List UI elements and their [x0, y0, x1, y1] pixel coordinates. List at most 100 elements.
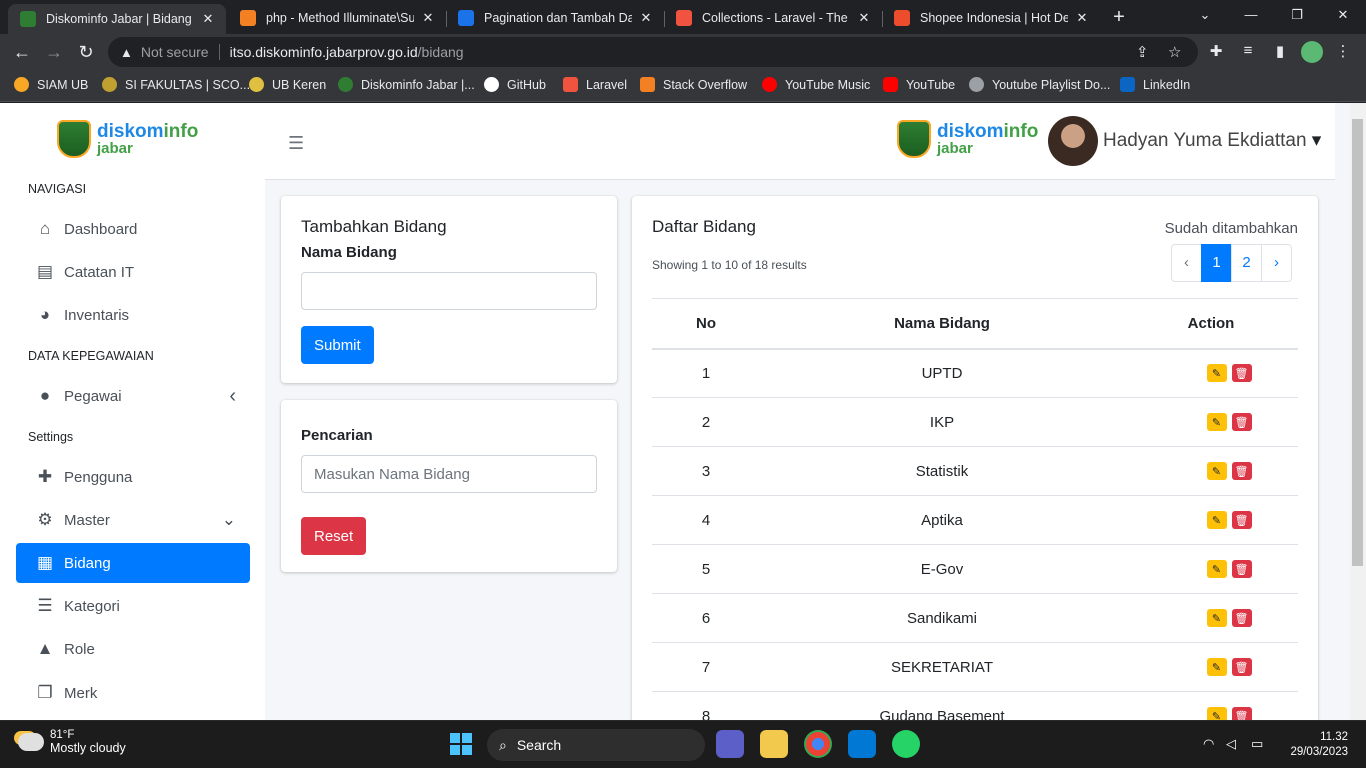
tab-pagination[interactable]: Pagination dan Tambah Data ✕ [446, 4, 664, 32]
trash-icon[interactable]: 🗑 [1231, 609, 1252, 628]
bookmark-github[interactable]: GitHub [484, 77, 546, 92]
restore-button[interactable]: ❐ [1274, 0, 1320, 32]
edit-icon[interactable]: ✎ [1206, 658, 1227, 677]
whatsapp-icon[interactable] [892, 730, 920, 758]
close-tab-icon[interactable]: ✕ [638, 10, 654, 26]
pagination-prev[interactable]: ‹ [1171, 244, 1202, 282]
close-tab-icon[interactable]: ✕ [856, 10, 872, 26]
back-button[interactable]: ← [10, 40, 34, 64]
edit-icon[interactable]: ✎ [1206, 511, 1227, 530]
sidebar-item-label: Dashboard [64, 220, 138, 238]
pagination-page-1[interactable]: 1 [1201, 244, 1232, 282]
tab-shopee[interactable]: Shopee Indonesia | Hot Deals ✕ [882, 4, 1100, 32]
bookmark-youtube[interactable]: YouTube [883, 77, 955, 92]
trash-icon[interactable]: 🗑 [1231, 413, 1252, 432]
jabar-crest-icon [897, 120, 931, 158]
sidebar-item-master[interactable]: ⚙ Master ⌄ [16, 500, 250, 540]
sidebar-item-label: Merk [64, 684, 98, 702]
taskbar-search[interactable]: ⌕ Search [487, 729, 705, 761]
tab-laravel[interactable]: Collections - Laravel - The Pl ✕ [664, 4, 882, 32]
trash-icon[interactable]: 🗑 [1231, 462, 1252, 481]
user-menu[interactable]: Hadyan Yuma Ekdiattan ▾ [1103, 129, 1321, 152]
bookmark-star-icon[interactable]: ☆ [1168, 43, 1181, 61]
reset-button[interactable]: Reset [301, 517, 367, 555]
nama-bidang-input[interactable] [301, 272, 597, 310]
media-control-icon[interactable]: ≡ [1238, 42, 1258, 59]
weather-widget[interactable]: 81°F Mostly cloudy [18, 729, 126, 755]
teams-icon[interactable] [716, 730, 744, 758]
close-tab-icon[interactable]: ✕ [1074, 10, 1090, 26]
battery-icon[interactable]: ▭ [1251, 736, 1263, 752]
windows-start-icon[interactable] [450, 733, 472, 755]
sidebar-item-catatan-it[interactable]: ▤ Catatan IT [16, 252, 250, 292]
sidebar-item-inventaris[interactable]: ◕ Inventaris [16, 295, 250, 335]
vscode-icon[interactable] [848, 730, 876, 758]
sidebar-logo[interactable]: diskominfo jabar [57, 120, 198, 158]
column-header-action: Action [1124, 298, 1298, 350]
close-window-button[interactable]: ✕ [1320, 0, 1366, 32]
menu-toggle-icon[interactable]: ☰ [288, 133, 304, 154]
sidebar-item-merk[interactable]: ❐ Merk [16, 673, 250, 713]
trash-icon[interactable]: 🗑 [1231, 707, 1252, 720]
edit-icon[interactable]: ✎ [1206, 364, 1227, 383]
pagination-page-2[interactable]: 2 [1231, 244, 1262, 282]
weather-condition: Mostly cloudy [50, 741, 126, 755]
chrome-icon[interactable] [804, 730, 832, 758]
not-secure-warning-icon[interactable]: ▲ [120, 45, 133, 60]
submit-button[interactable]: Submit [301, 326, 374, 364]
volume-icon[interactable]: ◁ [1226, 736, 1236, 752]
sidebar-item-pengguna[interactable]: ✚ Pengguna [16, 457, 250, 497]
sidebar-item-bidang[interactable]: ▦ Bidang [16, 543, 250, 583]
edit-icon[interactable]: ✎ [1206, 707, 1227, 720]
bookmark-laravel[interactable]: Laravel [563, 77, 627, 92]
reload-button[interactable]: ↻ [74, 40, 98, 64]
forward-button[interactable]: → [42, 40, 66, 64]
share-icon[interactable]: ⇪ [1136, 43, 1149, 61]
bookmark-ub-keren[interactable]: UB Keren [249, 77, 326, 92]
tab-title: Collections - Laravel - The Pl [702, 11, 850, 25]
trash-icon[interactable]: 🗑 [1231, 658, 1252, 677]
bookmark-diskominfo[interactable]: Diskominfo Jabar |... [338, 77, 475, 92]
close-tab-icon[interactable]: ✕ [200, 11, 216, 27]
tab-diskominfo[interactable]: Diskominfo Jabar | Bidang ✕ [8, 4, 226, 34]
chrome-menu-icon[interactable]: ⋮ [1333, 42, 1353, 60]
edit-icon[interactable]: ✎ [1206, 609, 1227, 628]
bookmark-stackoverflow[interactable]: Stack Overflow [640, 77, 747, 92]
close-tab-icon[interactable]: ✕ [420, 10, 436, 26]
minimize-button[interactable]: — [1228, 0, 1274, 32]
bookmark-linkedin[interactable]: LinkedIn [1120, 77, 1190, 92]
bookmark-siam-ub[interactable]: SIAM UB [14, 77, 88, 92]
row-nama-bidang: E-Gov [760, 544, 1124, 594]
search-input[interactable] [301, 455, 597, 493]
chevron-left-icon: ‹ [229, 384, 236, 407]
trash-icon[interactable]: 🗑 [1231, 364, 1252, 383]
sidebar-item-role[interactable]: ▲ Role [16, 629, 250, 669]
user-avatar[interactable] [1048, 116, 1098, 166]
sidebar-item-dashboard[interactable]: ⌂ Dashboard [16, 209, 250, 249]
wifi-icon[interactable]: ◠ [1203, 736, 1214, 752]
system-clock[interactable]: 11.32 29/03/2023 [1290, 730, 1348, 760]
new-tab-button[interactable]: + [1108, 6, 1130, 28]
security-status[interactable]: Not secure [141, 44, 209, 60]
trash-icon[interactable]: 🗑 [1231, 511, 1252, 530]
extensions-icon[interactable]: ✚ [1206, 42, 1226, 60]
edit-icon[interactable]: ✎ [1206, 413, 1227, 432]
pagination-next[interactable]: › [1261, 244, 1292, 282]
edit-icon[interactable]: ✎ [1206, 462, 1227, 481]
page-scrollbar-thumb[interactable] [1352, 119, 1363, 566]
bookmark-si-fakultas[interactable]: SI FAKULTAS | SCO... [102, 77, 250, 92]
edit-icon[interactable]: ✎ [1206, 560, 1227, 579]
trash-icon[interactable]: 🗑 [1231, 560, 1252, 579]
sidebar-item-pegawai[interactable]: ● Pegawai ‹ [16, 376, 250, 416]
address-bar[interactable]: ▲ Not secure itso.diskominfo.jabarprov.g… [108, 37, 1198, 67]
side-panel-icon[interactable]: ▮ [1270, 42, 1290, 60]
sidebar-item-kategori[interactable]: ☰ Kategori [16, 586, 250, 626]
profile-avatar-icon[interactable] [1301, 41, 1323, 63]
shopee-favicon-icon [894, 10, 910, 26]
bookmark-youtube-playlist[interactable]: Youtube Playlist Do... [969, 77, 1110, 92]
tab-stackoverflow[interactable]: php - Method Illuminate\Sup ✕ [228, 4, 446, 32]
file-explorer-icon[interactable] [760, 730, 788, 758]
file-icon: ▤ [36, 262, 54, 281]
bookmark-youtube-music[interactable]: YouTube Music [762, 77, 870, 92]
tab-search-chevron-icon[interactable]: ⌄ [1182, 0, 1228, 32]
